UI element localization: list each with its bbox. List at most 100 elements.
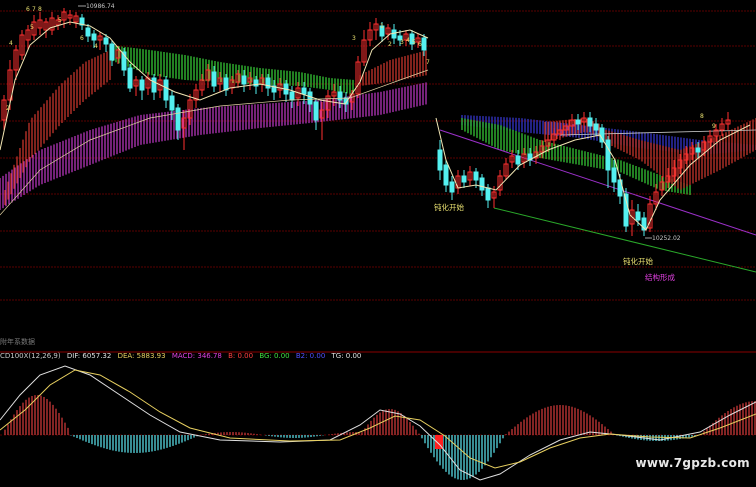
structure-label: 结构形成	[645, 272, 675, 282]
candle-body	[391, 29, 397, 39]
candle-105	[641, 212, 647, 236]
candle-body	[265, 77, 271, 89]
candle-52	[313, 98, 319, 130]
count-digit: 4	[94, 43, 98, 50]
count-digit: 2	[388, 41, 392, 48]
count-digit: 3	[352, 35, 356, 42]
candle-body	[151, 77, 157, 93]
candle-22	[133, 76, 139, 96]
count-digit: 6	[26, 6, 30, 13]
count-digit: 7	[426, 59, 430, 66]
candle-73	[449, 176, 455, 200]
candle-71	[437, 140, 443, 180]
candle-body	[139, 79, 145, 91]
low-price-label: 10252.02	[652, 235, 681, 242]
candle-body	[85, 27, 91, 37]
dea-line	[0, 369, 756, 469]
candle-61	[367, 22, 373, 46]
candle-body	[175, 107, 181, 131]
candle-body	[211, 71, 217, 87]
candle-82	[503, 158, 509, 180]
count-digit: 2	[6, 105, 10, 112]
magenta-ribbon-left	[0, 82, 427, 210]
cloud-ribbons	[0, 45, 756, 210]
count-digit: 6	[418, 41, 422, 48]
macd-header: CD100X(12,26,9) DIF: 6057.32 DEA: 5883.9…	[0, 352, 365, 360]
candle-body	[575, 119, 581, 125]
tg-value: TG: 0.00	[331, 352, 362, 360]
watermark: www.7gpzb.com	[635, 456, 750, 470]
b-value: B: 0.00	[228, 352, 254, 360]
candle-24	[145, 72, 151, 95]
count-digit: 4	[406, 37, 410, 44]
candle-body	[587, 117, 593, 127]
candle-body	[461, 175, 467, 183]
dea-value: DEA: 5883.93	[117, 352, 166, 360]
bg-value: BG: 0.00	[259, 352, 290, 360]
candle-75	[461, 170, 467, 188]
candle-body	[289, 91, 295, 101]
candle-body	[103, 37, 109, 45]
candle-32	[193, 84, 199, 108]
candle-body	[163, 79, 169, 101]
divergence-label-1: 钝化开始	[434, 202, 464, 212]
stock-chart: 10986.7410252.02钝化开始钝化开始结构形成6 7 8455642312…	[0, 3, 756, 481]
divergence-label-2: 钝化开始	[623, 256, 653, 266]
count-digit: 5	[412, 39, 416, 46]
candle-body	[473, 171, 479, 181]
high-price-label: 10986.74	[86, 3, 115, 10]
candle-body	[479, 177, 485, 191]
b2-value: B2: 0.00	[295, 352, 326, 360]
candle-body	[241, 75, 247, 85]
dif-value: DIF: 6057.32	[66, 352, 112, 360]
count-digit: 1	[380, 23, 384, 30]
candle-body	[611, 167, 617, 183]
candle-body	[443, 164, 449, 186]
candle-body	[301, 87, 307, 95]
count-digit: 4	[9, 40, 13, 47]
macd-value: MACD: 346.78	[171, 352, 222, 360]
candle-72	[443, 160, 449, 192]
candle-12	[73, 12, 79, 28]
candle-106	[647, 196, 653, 232]
candle-6	[37, 12, 43, 35]
candle-body	[485, 187, 491, 201]
candle-14	[85, 24, 91, 42]
candle-78	[479, 174, 485, 196]
count-digit: 7	[32, 6, 36, 13]
candle-74	[455, 170, 461, 194]
candle-8	[49, 12, 55, 35]
candle-3	[19, 30, 25, 60]
candle-body	[421, 37, 427, 51]
count-digit: 8	[700, 113, 704, 120]
candle-body	[127, 67, 133, 89]
candle-body	[695, 147, 701, 153]
count-digit: 3	[400, 39, 404, 46]
candle-83	[509, 150, 515, 168]
candle-body	[313, 101, 319, 121]
candle-body	[437, 149, 443, 171]
candle-76	[467, 166, 473, 186]
candle-62	[373, 18, 379, 40]
candle-body	[605, 139, 611, 171]
candle-99	[605, 136, 611, 188]
candle-body	[169, 95, 175, 111]
count-digit: 9	[712, 123, 716, 130]
count-digit: 5	[30, 24, 34, 31]
candle-25	[151, 74, 157, 100]
candle-13	[79, 14, 85, 30]
candlesticks	[1, 8, 731, 236]
candle-body	[307, 91, 313, 105]
candle-body	[223, 77, 229, 91]
count-digit: 5	[58, 17, 62, 24]
count-digit: 6	[80, 35, 84, 42]
candle-body	[91, 33, 97, 41]
candle-7	[43, 18, 49, 38]
candle-body	[593, 123, 599, 131]
candle-23	[139, 76, 145, 100]
candle-65	[391, 24, 397, 44]
candle-27	[163, 76, 169, 108]
candle-60	[361, 30, 367, 66]
count-digit: 8	[38, 6, 42, 13]
candle-body	[337, 91, 343, 101]
